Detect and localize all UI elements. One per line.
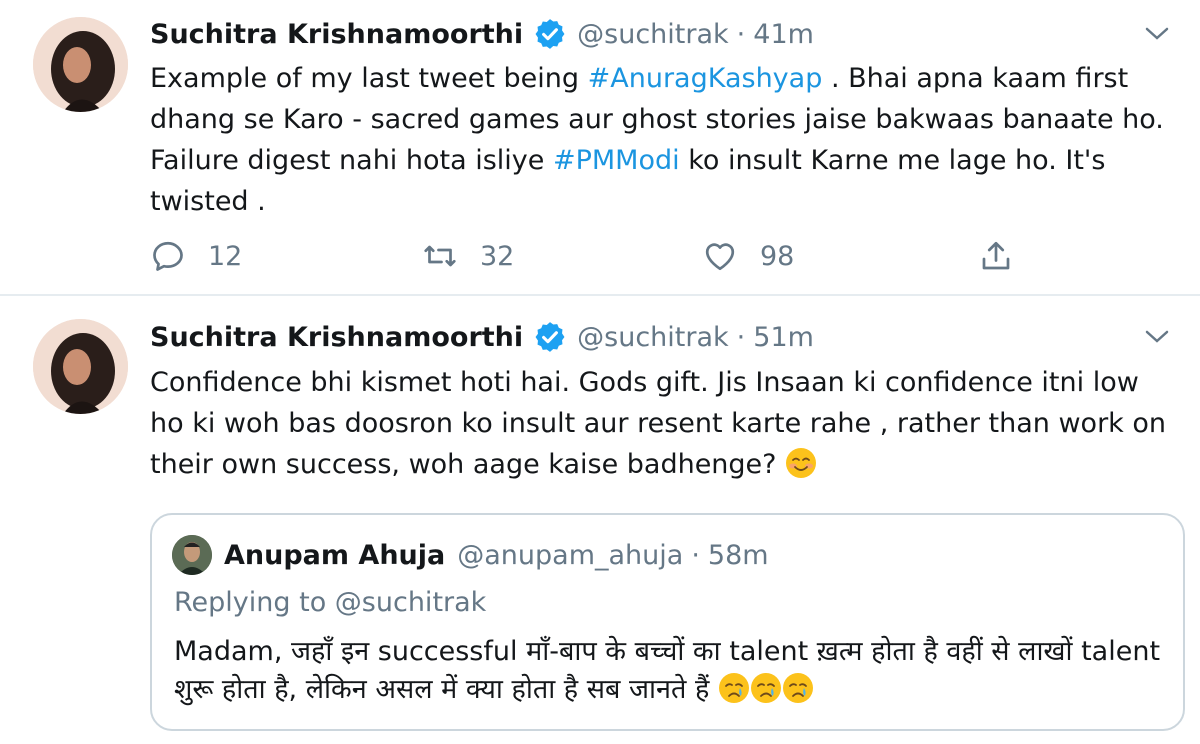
- share-button[interactable]: [978, 236, 1036, 276]
- retweet-icon: [424, 245, 456, 267]
- quoted-text-segment: Madam, जहाँ इन successful माँ-बाप के बच्…: [174, 636, 1161, 705]
- quoted-tweet-text: Madam, जहाँ इन successful माँ-बाप के बच्…: [174, 633, 1164, 709]
- smiling-face-emoji-icon: [786, 448, 817, 478]
- verified-badge-icon: [535, 19, 565, 49]
- tweet[interactable]: Suchitra Krishnamoorthi @suchitrak · 51m…: [0, 296, 1200, 744]
- reply-count: 12: [208, 240, 243, 272]
- crying-face-emoji-icon: [750, 673, 781, 703]
- heart-icon: [705, 243, 735, 271]
- tweet[interactable]: Suchitra Krishnamoorthi @suchitrak · 41m…: [0, 0, 1200, 296]
- hashtag-anuragkashyap[interactable]: #AnuragKashyap: [588, 63, 823, 94]
- separator: ·: [691, 539, 700, 571]
- author-avatar[interactable]: [33, 17, 128, 112]
- tweet-header: Suchitra Krishnamoorthi @suchitrak · 41m: [150, 14, 814, 54]
- retweet-button[interactable]: 32: [422, 236, 514, 276]
- crying-face-emoji-icon: [782, 673, 813, 703]
- author-name[interactable]: Suchitra Krishnamoorthi: [150, 322, 523, 353]
- reply-icon: [153, 241, 183, 271]
- separator: ·: [736, 321, 746, 353]
- quoted-tweet-time[interactable]: 58m: [708, 540, 769, 571]
- chevron-down-icon[interactable]: [1144, 24, 1170, 44]
- share-icon: [982, 241, 1010, 270]
- crying-face-emoji-icon: [718, 673, 749, 703]
- tweet-text-segment: Example of my last tweet being: [150, 63, 588, 94]
- quoted-author-handle[interactable]: @anupam_ahuja: [457, 540, 683, 571]
- quoted-author-name[interactable]: Anupam Ahuja: [224, 540, 445, 571]
- tweet-time[interactable]: 41m: [753, 19, 814, 50]
- tweet-text: Example of my last tweet being #AnuragKa…: [150, 58, 1180, 222]
- like-button[interactable]: 98: [702, 236, 794, 276]
- tweet-header: Suchitra Krishnamoorthi @suchitrak · 51m: [150, 317, 814, 357]
- author-avatar[interactable]: [33, 319, 128, 414]
- reply-button[interactable]: 12: [150, 236, 242, 276]
- tweet-time[interactable]: 51m: [753, 322, 814, 353]
- verified-badge-icon: [535, 322, 565, 352]
- author-handle[interactable]: @suchitrak: [577, 322, 729, 353]
- separator: ·: [736, 18, 746, 50]
- author-handle[interactable]: @suchitrak: [577, 19, 729, 50]
- hashtag-pmmodi[interactable]: #PMModi: [553, 145, 680, 176]
- tweet-text-segment: Confidence bhi kismet hoti hai. Gods gif…: [150, 367, 1167, 480]
- quoted-tweet[interactable]: Anupam Ahuja @anupam_ahuja · 58m Replyin…: [150, 513, 1185, 731]
- retweet-count: 32: [480, 240, 515, 272]
- chevron-down-icon[interactable]: [1144, 327, 1170, 347]
- like-count: 98: [760, 240, 795, 272]
- tweet-text: Confidence bhi kismet hoti hai. Gods gif…: [150, 362, 1180, 485]
- replying-to[interactable]: Replying to @suchitrak: [174, 587, 486, 618]
- author-name[interactable]: Suchitra Krishnamoorthi: [150, 19, 523, 50]
- quoted-tweet-header: Anupam Ahuja @anupam_ahuja · 58m: [224, 535, 769, 575]
- quoted-author-avatar[interactable]: [172, 535, 212, 575]
- tweet-actions: 12 32 98: [150, 236, 1030, 276]
